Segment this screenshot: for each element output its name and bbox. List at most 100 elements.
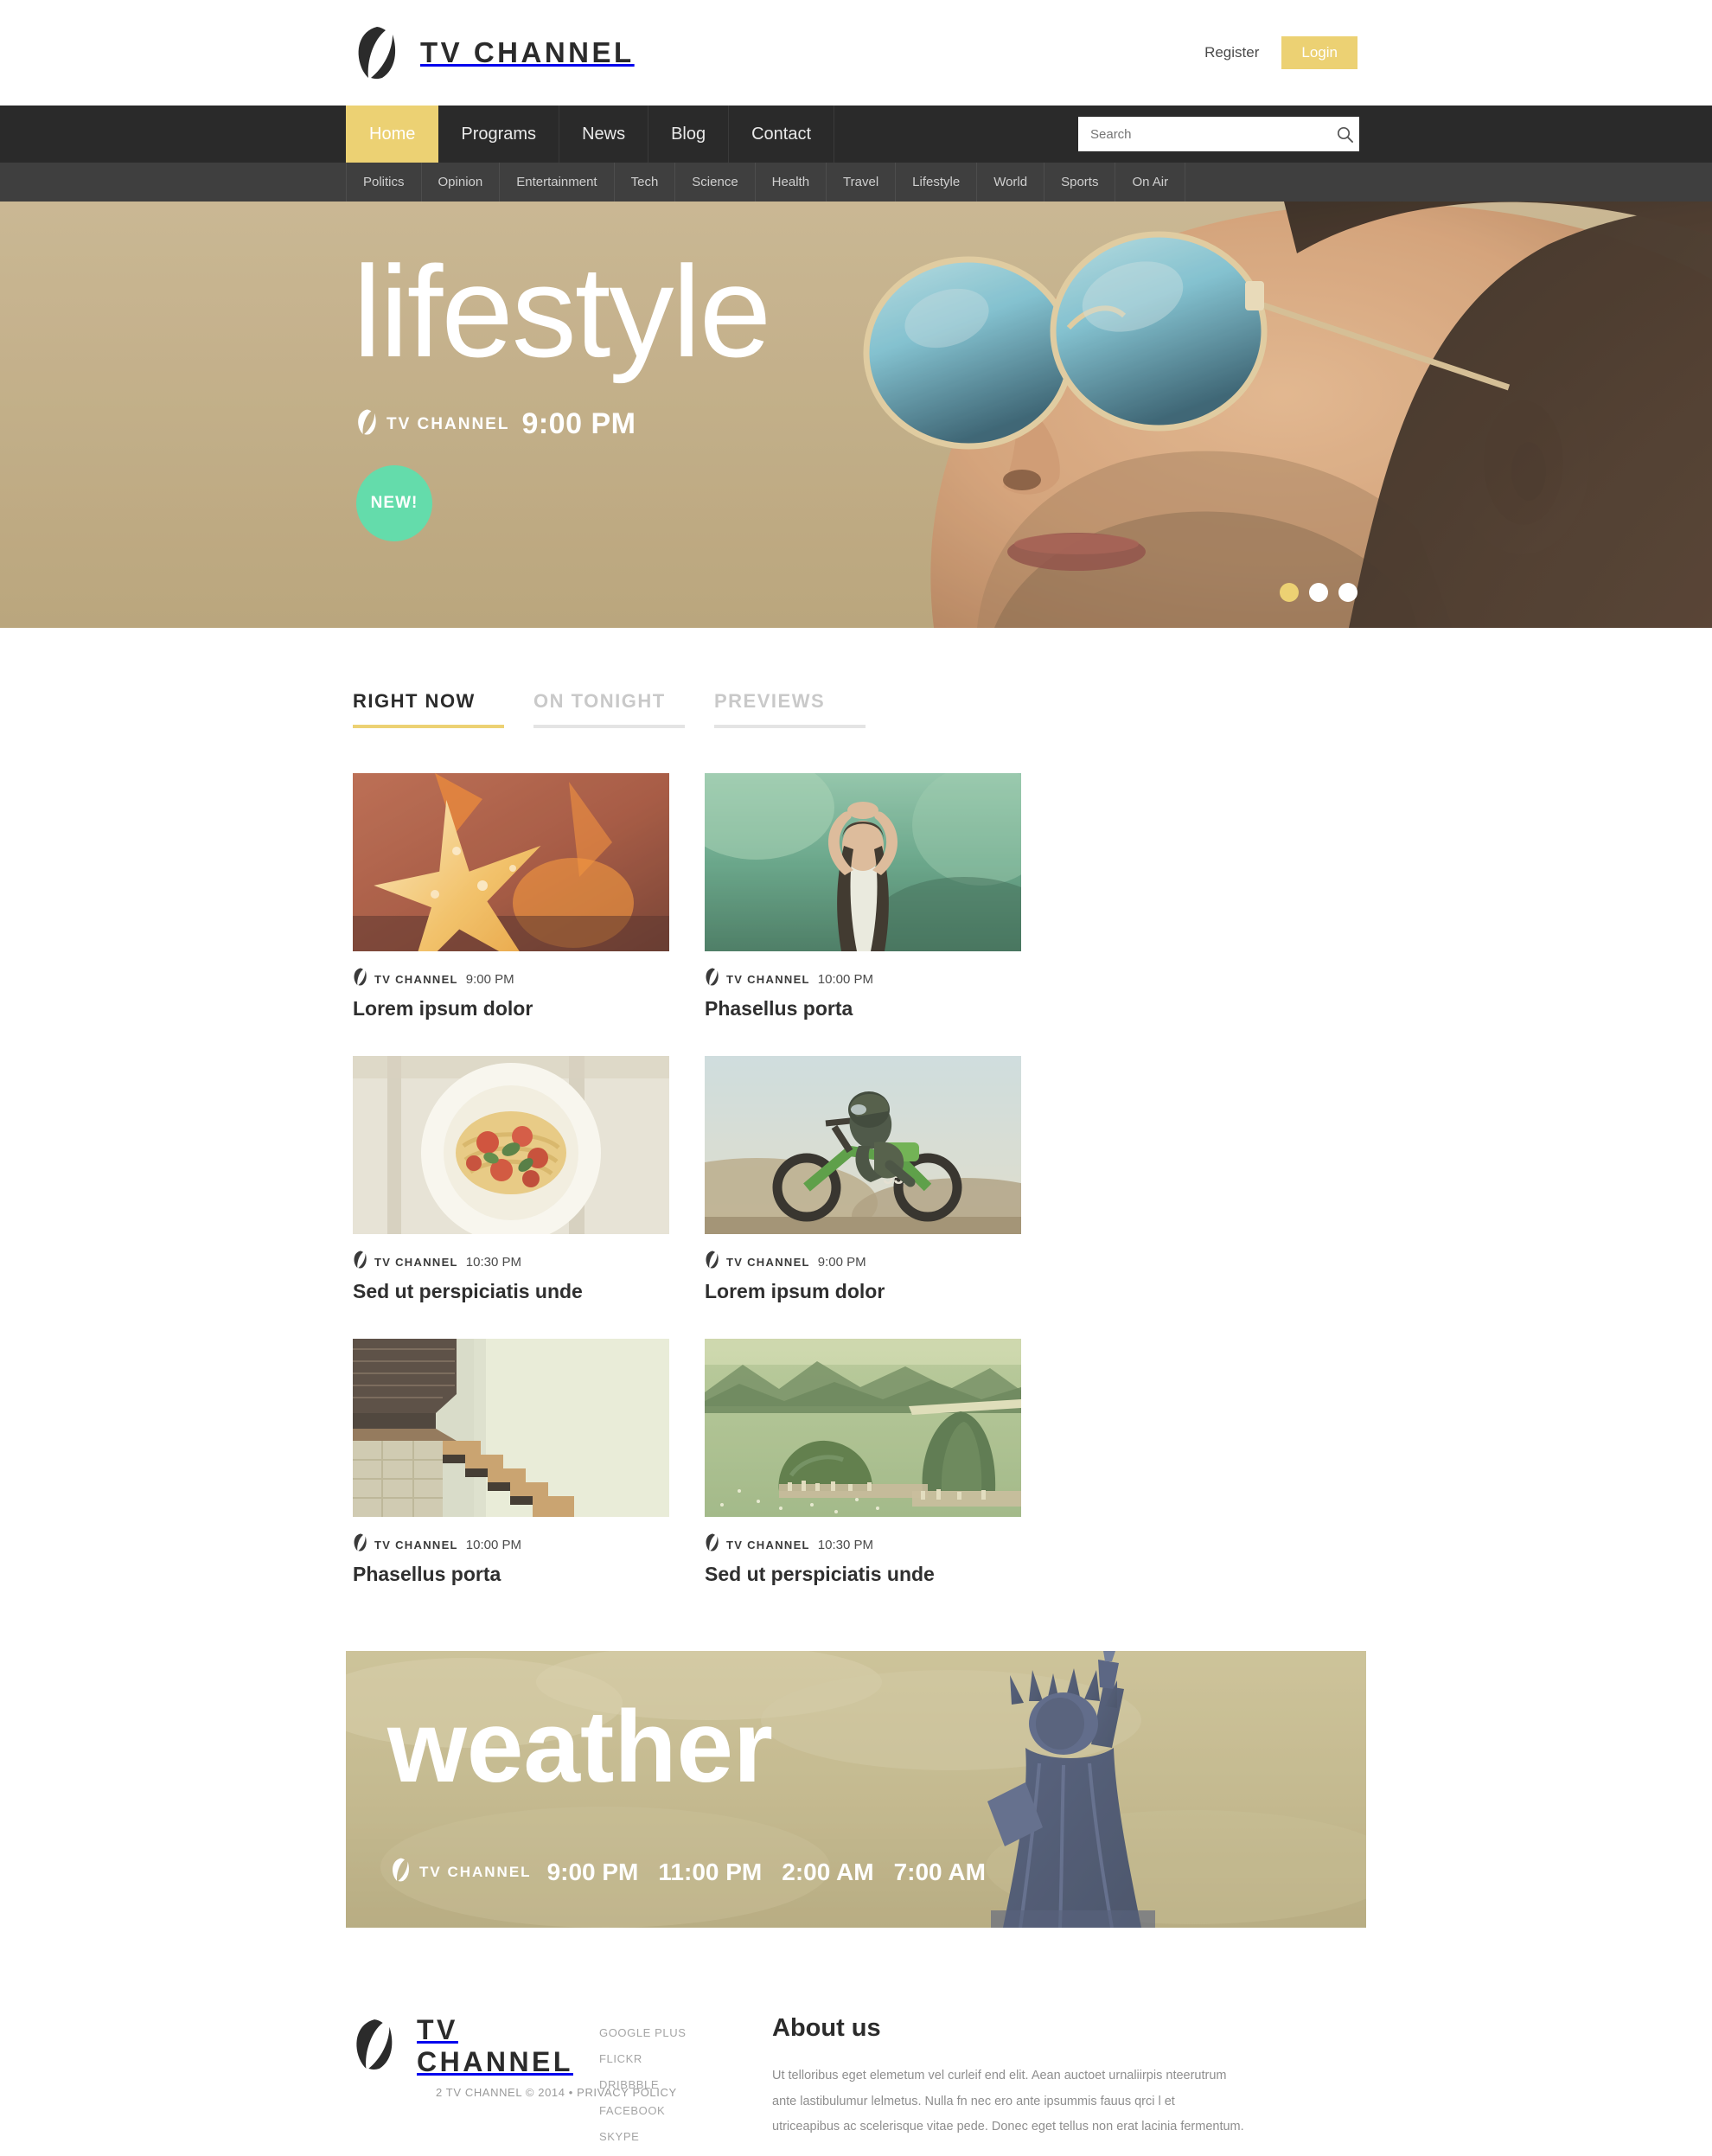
slider-dot-3[interactable] <box>1338 583 1357 602</box>
slider-dots <box>1280 583 1357 602</box>
header-account-actions: Register Login <box>1204 36 1357 69</box>
card-channel: TV CHANNEL <box>705 1533 810 1556</box>
footer-logo-link[interactable]: TV CHANNEL <box>353 2014 599 2078</box>
subnav-item-entertainment[interactable]: Entertainment <box>500 163 615 202</box>
card-title[interactable]: Lorem ipsum dolor <box>353 997 669 1020</box>
site-header: TV CHANNEL Register Login <box>0 0 1712 106</box>
weather-time-3[interactable]: 2:00 AM <box>782 1859 873 1886</box>
weather-channel-label: TV CHANNEL <box>419 1863 532 1880</box>
site-footer: TV CHANNEL 2 TV CHANNEL © 2014 • PRIVACY… <box>346 1928 1366 2156</box>
card-title[interactable]: Sed ut perspiciatis unde <box>705 1563 1021 1586</box>
card-channel-label: TV CHANNEL <box>726 1538 810 1551</box>
tab-previews[interactable]: PREVIEWS <box>714 690 866 728</box>
hero-channel: TV CHANNEL <box>356 409 509 439</box>
category-nav-list: Politics Opinion Entertainment Tech Scie… <box>346 163 1366 202</box>
program-card-meta: TV CHANNEL 10:30 PM <box>353 1251 669 1273</box>
social-link-skype[interactable]: SKYPE <box>599 2130 772 2143</box>
tab-right-now[interactable]: RIGHT NOW <box>353 690 504 728</box>
program-card[interactable]: TV CHANNEL 10:30 PM Sed ut perspiciatis … <box>705 1339 1021 1586</box>
yoga-woman-photo <box>705 773 1021 951</box>
social-link-dribbble[interactable]: DRIBBBLE <box>599 2078 772 2091</box>
card-title[interactable]: Phasellus porta <box>705 997 1021 1020</box>
card-channel-label: TV CHANNEL <box>374 1538 458 1551</box>
slider-dot-1[interactable] <box>1280 583 1299 602</box>
nav-item-programs[interactable]: Programs <box>438 106 560 163</box>
subnav-item-world[interactable]: World <box>977 163 1045 202</box>
footer-copyright: 2 TV CHANNEL © 2014 • PRIVACY POLICY <box>436 2086 677 2099</box>
program-card[interactable]: TV CHANNEL 10:00 PM Phasellus porta <box>705 773 1021 1020</box>
hero-slider: lifestyle TV CHANNEL 9:00 PM NEW! <box>0 202 1712 628</box>
nav-item-news[interactable]: News <box>559 106 649 163</box>
register-link[interactable]: Register <box>1204 44 1259 61</box>
program-card[interactable]: TV CHANNEL 9:00 PM Lorem ipsum dolor <box>353 773 669 1020</box>
new-badge[interactable]: NEW! <box>356 465 432 541</box>
card-channel: TV CHANNEL <box>705 1251 810 1273</box>
card-channel: TV CHANNEL <box>353 1251 458 1273</box>
card-time: 10:00 PM <box>465 1537 521 1552</box>
program-card-meta: TV CHANNEL 10:00 PM <box>705 968 1021 990</box>
subnav-item-health[interactable]: Health <box>756 163 827 202</box>
weather-title: weather <box>387 1690 773 1804</box>
tv-channel-leaf-logo-icon <box>355 26 401 80</box>
nav-item-contact[interactable]: Contact <box>729 106 835 163</box>
subnav-item-opinion[interactable]: Opinion <box>422 163 501 202</box>
subnav-item-travel[interactable]: Travel <box>827 163 897 202</box>
card-channel-logo-icon <box>705 1251 720 1273</box>
nav-item-home[interactable]: Home <box>346 106 439 163</box>
schedule-section: RIGHT NOW ON TONIGHT PREVIEWS TV CHANNEL… <box>0 628 1712 1586</box>
subnav-item-science[interactable]: Science <box>675 163 756 202</box>
subnav-item-sports[interactable]: Sports <box>1044 163 1116 202</box>
social-link-flickr[interactable]: FLICKR <box>599 2052 772 2065</box>
site-brand-name: TV CHANNEL <box>420 36 635 68</box>
footer-about: About us Ut telloribus eget elemetum vel… <box>772 2014 1366 2156</box>
category-navigation: Politics Opinion Entertainment Tech Scie… <box>0 163 1712 202</box>
card-channel-logo-icon <box>353 968 368 990</box>
schedule-tabs: RIGHT NOW ON TONIGHT PREVIEWS <box>346 690 1366 728</box>
page-root: TV CHANNEL Register Login Home Programs … <box>0 0 1712 2156</box>
social-link-google-plus[interactable]: GOOGLE PLUS <box>599 2026 772 2039</box>
search-input[interactable] <box>1078 126 1330 142</box>
weather-times: 9:00 PM 11:00 PM 2:00 AM 7:00 AM <box>547 1859 986 1886</box>
staircase-photo <box>353 1339 669 1517</box>
program-card-meta: TV CHANNEL 9:00 PM <box>353 968 669 990</box>
social-link-facebook[interactable]: FACEBOOK <box>599 2104 772 2117</box>
hero-channel-label: TV CHANNEL <box>386 414 510 433</box>
card-title[interactable]: Phasellus porta <box>353 1563 669 1586</box>
program-card-meta: TV CHANNEL 10:00 PM <box>353 1533 669 1556</box>
login-button[interactable]: Login <box>1281 36 1357 69</box>
weather-time-1[interactable]: 9:00 PM <box>547 1859 639 1886</box>
program-card[interactable]: 55 TV CHANNEL 9:00 PM Lorem ipsum dolor <box>705 1056 1021 1303</box>
search-box <box>1078 117 1359 151</box>
card-channel-label: TV CHANNEL <box>726 1255 810 1269</box>
main-nav-list: Home Programs News Blog Contact <box>346 106 835 163</box>
nav-item-blog[interactable]: Blog <box>648 106 730 163</box>
search-icon[interactable] <box>1330 126 1359 143</box>
weather-time-2[interactable]: 11:00 PM <box>658 1859 762 1886</box>
program-grid: TV CHANNEL 9:00 PM Lorem ipsum dolor TV … <box>346 728 1366 1586</box>
card-time: 10:00 PM <box>817 971 873 987</box>
subnav-item-onair[interactable]: On Air <box>1115 163 1186 202</box>
program-card[interactable]: TV CHANNEL 10:00 PM Phasellus porta <box>353 1339 669 1586</box>
card-channel-logo-icon <box>705 1533 720 1556</box>
subnav-item-tech[interactable]: Tech <box>615 163 676 202</box>
rio-bay-photo <box>705 1339 1021 1517</box>
about-us-text: Ut telloribus eget elemetum vel curleif … <box>772 2069 1244 2134</box>
weather-channel-logo-icon <box>391 1858 412 1886</box>
card-time: 9:00 PM <box>817 1254 866 1270</box>
tab-on-tonight[interactable]: ON TONIGHT <box>533 690 685 728</box>
card-time: 9:00 PM <box>465 971 514 987</box>
weather-time-4[interactable]: 7:00 AM <box>894 1859 986 1886</box>
card-channel-label: TV CHANNEL <box>726 972 810 986</box>
weather-banner[interactable]: weather TV CHANNEL 9:00 PM 11:00 PM 2:00… <box>346 1651 1366 1928</box>
footer-social-links: GOOGLE PLUS FLICKR DRIBBBLE FACEBOOK SKY… <box>599 2014 772 2156</box>
slider-dot-2[interactable] <box>1309 583 1328 602</box>
subnav-item-lifestyle[interactable]: Lifestyle <box>896 163 978 202</box>
card-title[interactable]: Lorem ipsum dolor <box>705 1280 1021 1303</box>
site-logo-link[interactable]: TV CHANNEL <box>355 26 635 80</box>
card-title[interactable]: Sed ut perspiciatis unde <box>353 1280 669 1303</box>
card-channel: TV CHANNEL <box>705 968 810 990</box>
footer-logo-icon <box>353 2018 398 2075</box>
program-card-meta: TV CHANNEL 9:00 PM <box>705 1251 1021 1273</box>
program-card[interactable]: TV CHANNEL 10:30 PM Sed ut perspiciatis … <box>353 1056 669 1303</box>
subnav-item-politics[interactable]: Politics <box>346 163 422 202</box>
